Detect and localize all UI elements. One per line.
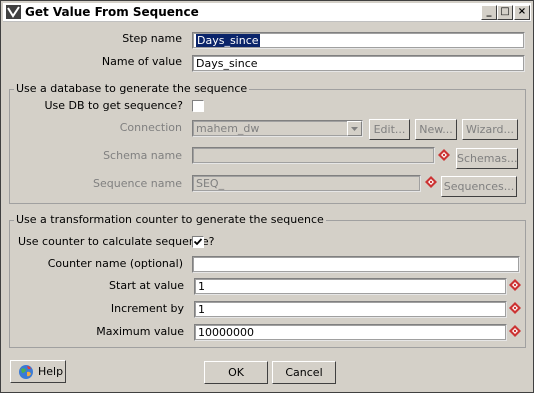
diamond-variable-icon (509, 302, 521, 314)
schema-name-label: Schema name (103, 149, 182, 162)
cancel-button[interactable]: Cancel (272, 361, 336, 384)
increment-by-input[interactable]: 1 (194, 301, 507, 318)
maximum-value-label: Maximum value (96, 325, 184, 338)
start-at-value-label: Start at value (109, 279, 184, 292)
database-group-title: Use a database to generate the sequence (14, 82, 250, 96)
ok-button[interactable]: OK (204, 361, 268, 384)
wizard-button[interactable]: Wizard... (462, 119, 518, 140)
name-of-value-label: Name of value (101, 55, 182, 68)
minimize-button[interactable]: _ (481, 5, 497, 20)
help-label: Help (38, 365, 64, 378)
counter-name-label: Counter name (optional) (47, 257, 183, 270)
increment-by-label: Increment by (110, 302, 184, 315)
dialog-window: Get Value From Sequence _ □ × Step name … (0, 0, 534, 393)
title-bar[interactable]: Get Value From Sequence _ □ × (3, 3, 531, 22)
step-name-label: Step name (122, 32, 182, 45)
counter-name-input[interactable] (192, 256, 520, 273)
use-counter-label: Use counter to calculate sequence? (18, 235, 215, 248)
step-name-value: Days_since (196, 34, 260, 47)
diamond-variable-icon (425, 176, 437, 188)
maximize-button[interactable]: □ (497, 5, 513, 20)
help-button[interactable]: Help (10, 360, 66, 383)
diamond-variable-icon (509, 325, 521, 337)
sequences-button[interactable]: Sequences... (441, 176, 517, 197)
edit-connection-button[interactable]: Edit... (369, 119, 410, 140)
diamond-variable-icon (438, 149, 450, 161)
name-of-value-input[interactable]: Days_since (192, 55, 525, 72)
sequence-name-label: Sequence name (93, 177, 182, 190)
app-icon (6, 5, 21, 19)
use-db-label: Use DB to get sequence? (44, 99, 183, 112)
connection-label: Connection (119, 121, 182, 134)
close-button[interactable]: × (514, 5, 530, 20)
schemas-button[interactable]: Schemas... (456, 148, 518, 169)
maximum-value-input[interactable]: 10000000 (194, 324, 507, 341)
use-counter-checkbox[interactable] (192, 236, 204, 248)
sequence-name-input[interactable]: SEQ_ (192, 175, 421, 192)
checkmark-icon (193, 238, 203, 246)
use-db-checkbox[interactable] (192, 100, 204, 112)
help-globe-icon (19, 365, 33, 379)
new-connection-button[interactable]: New... (415, 119, 457, 140)
chevron-down-icon[interactable] (347, 121, 362, 136)
start-at-value-input[interactable]: 1 (194, 278, 507, 295)
schema-name-input[interactable] (192, 147, 435, 164)
counter-group-title: Use a transformation counter to generate… (14, 213, 326, 227)
step-name-input[interactable]: Days_since (192, 32, 525, 49)
window-title: Get Value From Sequence (25, 5, 199, 19)
diamond-variable-icon (509, 279, 521, 291)
connection-select[interactable]: mahem_dw (192, 120, 363, 137)
